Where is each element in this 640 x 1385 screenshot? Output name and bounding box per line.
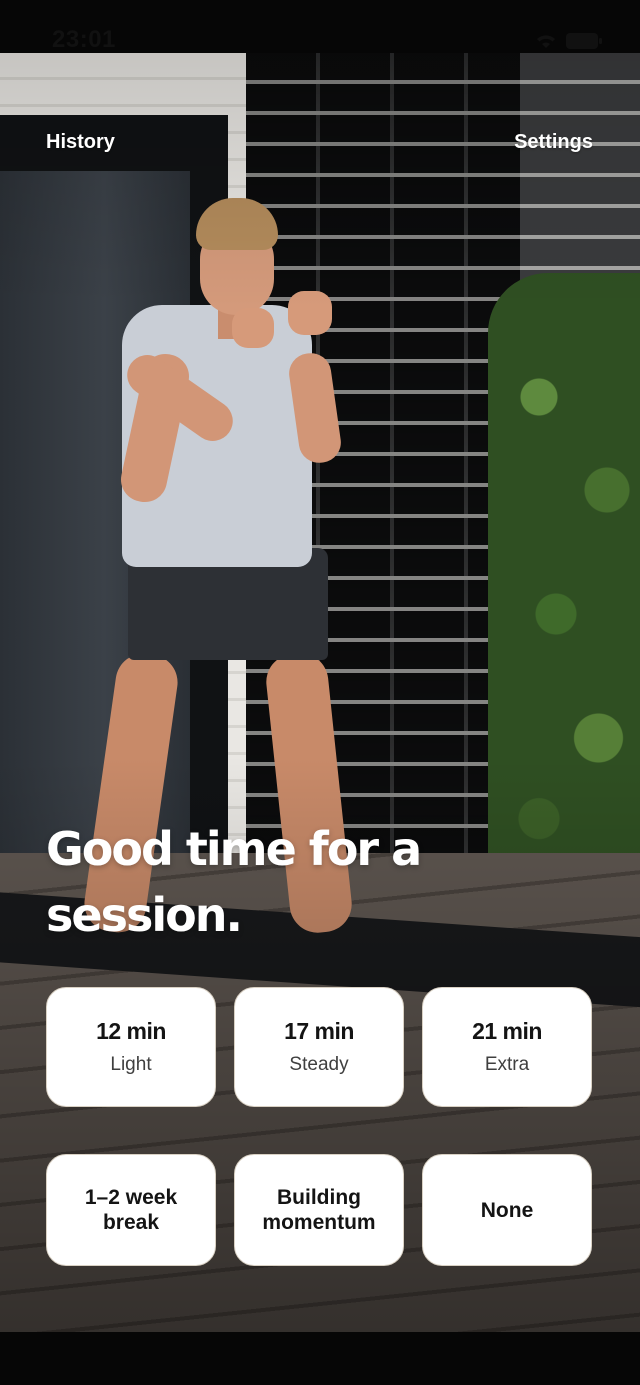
history-button[interactable]: History (46, 131, 115, 154)
photo-shade (0, 53, 640, 1332)
option-title: 21 min (472, 1018, 542, 1044)
option-subtitle: Light (110, 1054, 152, 1075)
option-label: Building momentum (262, 1186, 376, 1234)
option-label: None (480, 1198, 534, 1222)
status-time: 23:01 (52, 26, 116, 53)
battery-icon (566, 33, 602, 49)
duration-option-12-min[interactable]: 12 min Light (46, 987, 216, 1107)
status-bar: 23:01 (0, 0, 640, 53)
headline-highlight-word: ses (46, 888, 128, 942)
headline-line-1: Good time for a (46, 822, 422, 876)
option-title: 12 min (96, 1018, 166, 1044)
state-option-none[interactable]: None (422, 1154, 592, 1266)
duration-option-17-min[interactable]: 17 min Steady (234, 987, 404, 1107)
option-subtitle: Extra (484, 1054, 530, 1075)
state-option-building-momentum[interactable]: Building momentum (234, 1154, 404, 1266)
state-option-week-break[interactable]: 1–2 week break (46, 1154, 216, 1266)
wifi-battery-icons (537, 33, 602, 49)
option-subtitle: Steady (289, 1054, 349, 1075)
wifi-icon (537, 35, 555, 48)
headline: Good time for a session. (46, 816, 526, 948)
duration-option-21-min[interactable]: 21 min Extra (422, 987, 592, 1107)
headline-line-2: session. (46, 882, 526, 948)
option-title: 17 min (284, 1018, 354, 1044)
bottom-bar (0, 1332, 640, 1385)
hero-photo (0, 53, 640, 1332)
option-label: 1–2 week break (84, 1186, 178, 1234)
settings-button[interactable]: Settings (514, 131, 593, 154)
